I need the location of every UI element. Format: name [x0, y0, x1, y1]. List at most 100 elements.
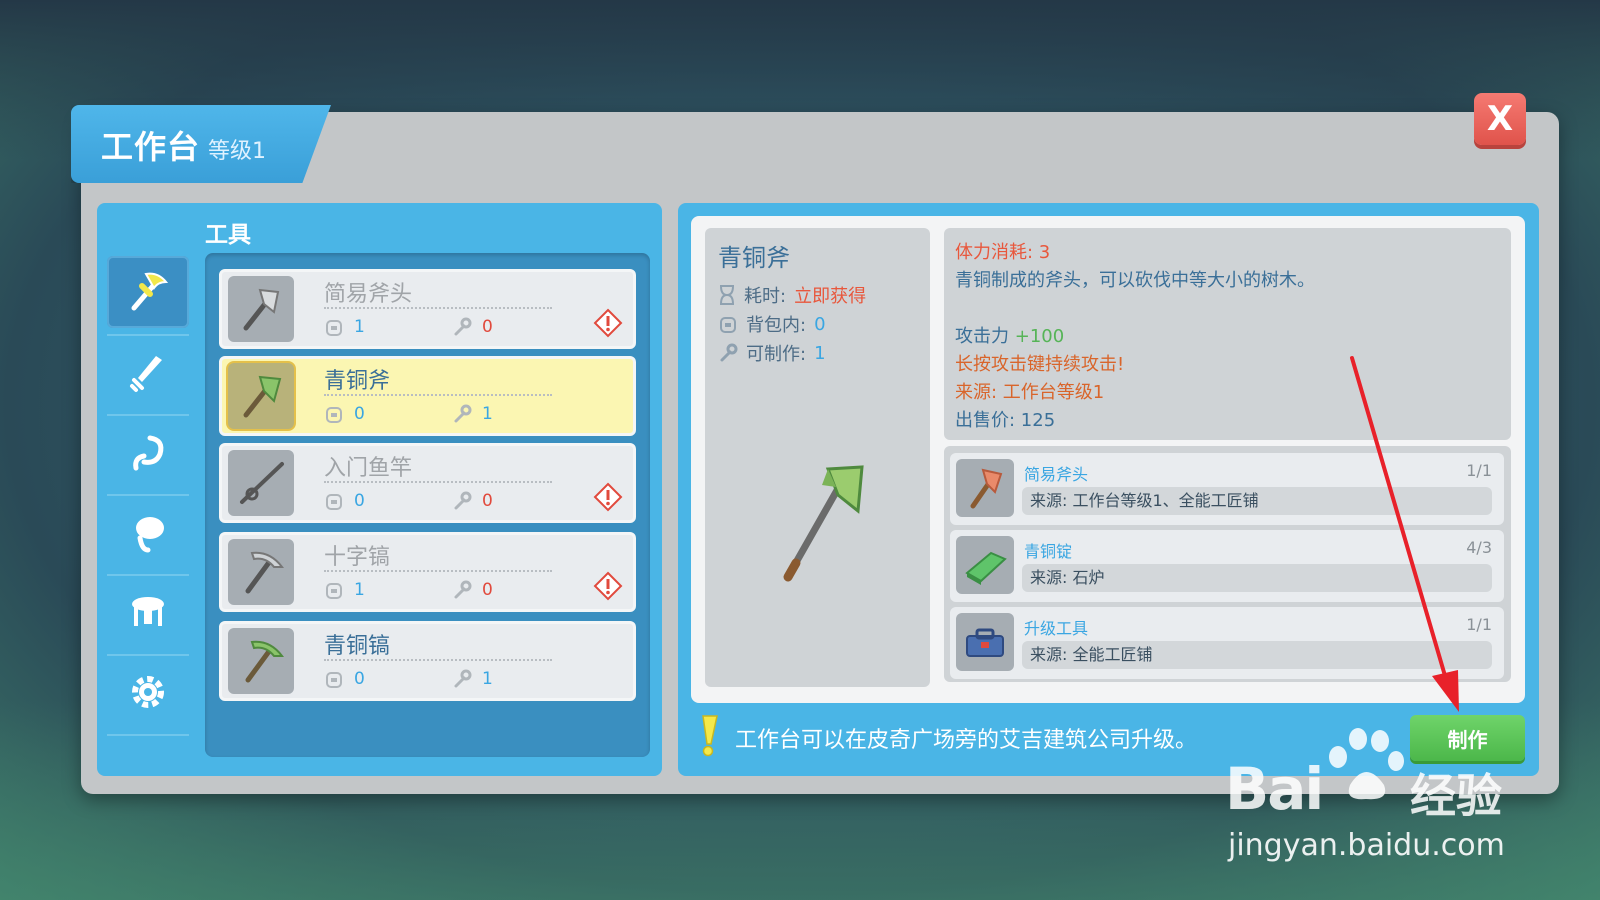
material-bronze-ingot[interactable]: 青铜锭 4/3 来源: 石炉	[950, 530, 1504, 602]
backpack-icon	[326, 320, 342, 336]
wrench-icon	[454, 669, 472, 688]
material-thumbnail	[956, 613, 1014, 671]
item-name: 青铜镐	[324, 634, 391, 659]
material-source: 来源: 全能工匠铺	[1022, 641, 1492, 669]
material-thumbnail	[956, 536, 1014, 594]
tab-cooking[interactable]	[107, 496, 189, 568]
furniture-icon	[132, 597, 164, 626]
list-item-pickaxe[interactable]: 十字镐 1 0	[219, 532, 636, 612]
wrench-icon	[454, 317, 472, 336]
material-simple-axe[interactable]: 简易斧头 1/1 来源: 工作台等级1、全能工匠铺	[950, 453, 1504, 525]
tab-tools[interactable]	[107, 256, 189, 328]
backpack-icon	[720, 317, 736, 333]
tab-furniture[interactable]	[107, 576, 189, 648]
item-name: 十字镐	[324, 545, 391, 570]
axe-pick-icon	[131, 272, 169, 311]
item-thumbnail	[228, 539, 294, 605]
backpack-icon	[326, 407, 342, 423]
bag-count: 0	[324, 404, 365, 424]
close-button[interactable]: X	[1474, 93, 1526, 145]
wrench-icon	[454, 491, 472, 510]
material-count: 4/3	[1466, 538, 1492, 557]
item-name: 简易斧头	[324, 282, 413, 307]
wrench-icon	[454, 404, 472, 423]
item-description: 青铜制成的斧头，可以砍伐中等大小的树木。	[955, 270, 1315, 291]
bag-row: 背包内: 0	[718, 311, 826, 337]
wrench-icon	[720, 343, 738, 362]
hourglass-icon	[720, 285, 734, 305]
category-title: 工具	[205, 222, 251, 248]
bronze-pickaxe-icon	[245, 640, 285, 683]
item-thumbnail	[228, 276, 294, 342]
material-name: 简易斧头	[1024, 465, 1089, 484]
craftable-count: 0	[452, 491, 493, 511]
divider	[324, 481, 552, 483]
tab-weapons[interactable]	[107, 336, 189, 408]
hold-attack-tip: 长按攻击键持续攻击!	[955, 354, 1125, 375]
warning-icon	[593, 571, 623, 601]
list-item-bronze-pickaxe[interactable]: 青铜镐 0 1	[219, 621, 636, 701]
sword-icon	[130, 356, 162, 392]
material-count: 1/1	[1466, 461, 1492, 480]
gear-icon	[132, 676, 164, 708]
divider	[324, 307, 552, 309]
ingot-icon	[965, 551, 1007, 585]
warning-icon	[593, 308, 623, 338]
list-item-bronze-axe[interactable]: 青铜斧 0 1	[219, 356, 636, 436]
bronze-axe-icon	[243, 375, 282, 418]
window-title: 工作台	[101, 128, 201, 166]
stamina-cost: 体力消耗: 3	[955, 242, 1051, 263]
item-thumbnail	[228, 363, 294, 429]
bronze-axe-preview	[783, 465, 864, 582]
item-source: 来源: 工作台等级1	[955, 382, 1105, 403]
watermark-jingyan: 经验	[1410, 769, 1502, 823]
divider	[324, 394, 552, 396]
divider	[324, 570, 552, 572]
craftable-count: 1	[452, 669, 493, 689]
pot-icon	[136, 517, 164, 553]
item-name: 青铜斧	[324, 369, 391, 394]
baidu-paw-logo	[1329, 728, 1404, 800]
axe-icon	[970, 468, 1003, 509]
tab-fishing[interactable]	[107, 416, 189, 488]
pickaxe-icon	[245, 551, 285, 594]
tab-misc[interactable]	[107, 656, 189, 728]
material-source: 来源: 工作台等级1、全能工匠铺	[1022, 487, 1492, 515]
time-row: 耗时: 立即获得	[718, 282, 866, 308]
backpack-icon	[326, 672, 342, 688]
material-name: 升级工具	[1024, 619, 1089, 638]
backpack-icon	[326, 583, 342, 599]
wrench-icon	[454, 580, 472, 599]
hook-icon	[133, 435, 164, 471]
material-upgrade-tool[interactable]: 升级工具 1/1 来源: 全能工匠铺	[950, 607, 1504, 679]
footer-hint: 工作台可以在皮奇广场旁的艾吉建筑公司升级。	[735, 728, 1198, 753]
craftable-count: 0	[452, 317, 493, 337]
toolbox-icon	[966, 628, 1004, 657]
bag-count: 0	[324, 491, 365, 511]
sell-price: 出售价: 125	[955, 410, 1056, 431]
backpack-icon	[326, 494, 342, 510]
axe-icon	[243, 288, 280, 331]
material-name: 青铜锭	[1024, 542, 1073, 561]
exclamation-icon	[702, 715, 718, 757]
material-count: 1/1	[1466, 615, 1492, 634]
craftable-count: 1	[452, 404, 493, 424]
list-item-simple-axe[interactable]: 简易斧头 1 0	[219, 269, 636, 349]
item-thumbnail	[228, 450, 294, 516]
watermark-brand: Bai	[1225, 755, 1324, 823]
side-divider	[107, 734, 189, 736]
warning-icon	[593, 482, 623, 512]
craft-row: 可制作: 1	[718, 340, 826, 366]
watermark-url: jingyan.baidu.com	[1228, 828, 1505, 863]
bag-count: 1	[324, 580, 365, 600]
window-level: 等级1	[208, 139, 266, 164]
list-item-fishing-rod[interactable]: 入门鱼竿 0 0	[219, 443, 636, 523]
craftable-count: 0	[452, 580, 493, 600]
material-source: 来源: 石炉	[1022, 564, 1492, 592]
make-button[interactable]: 制作	[1410, 715, 1525, 761]
detail-item-name: 青铜斧	[718, 244, 790, 272]
divider	[324, 659, 552, 661]
fishing-rod-icon	[240, 462, 284, 504]
bag-count: 0	[324, 669, 365, 689]
item-thumbnail	[228, 628, 294, 694]
